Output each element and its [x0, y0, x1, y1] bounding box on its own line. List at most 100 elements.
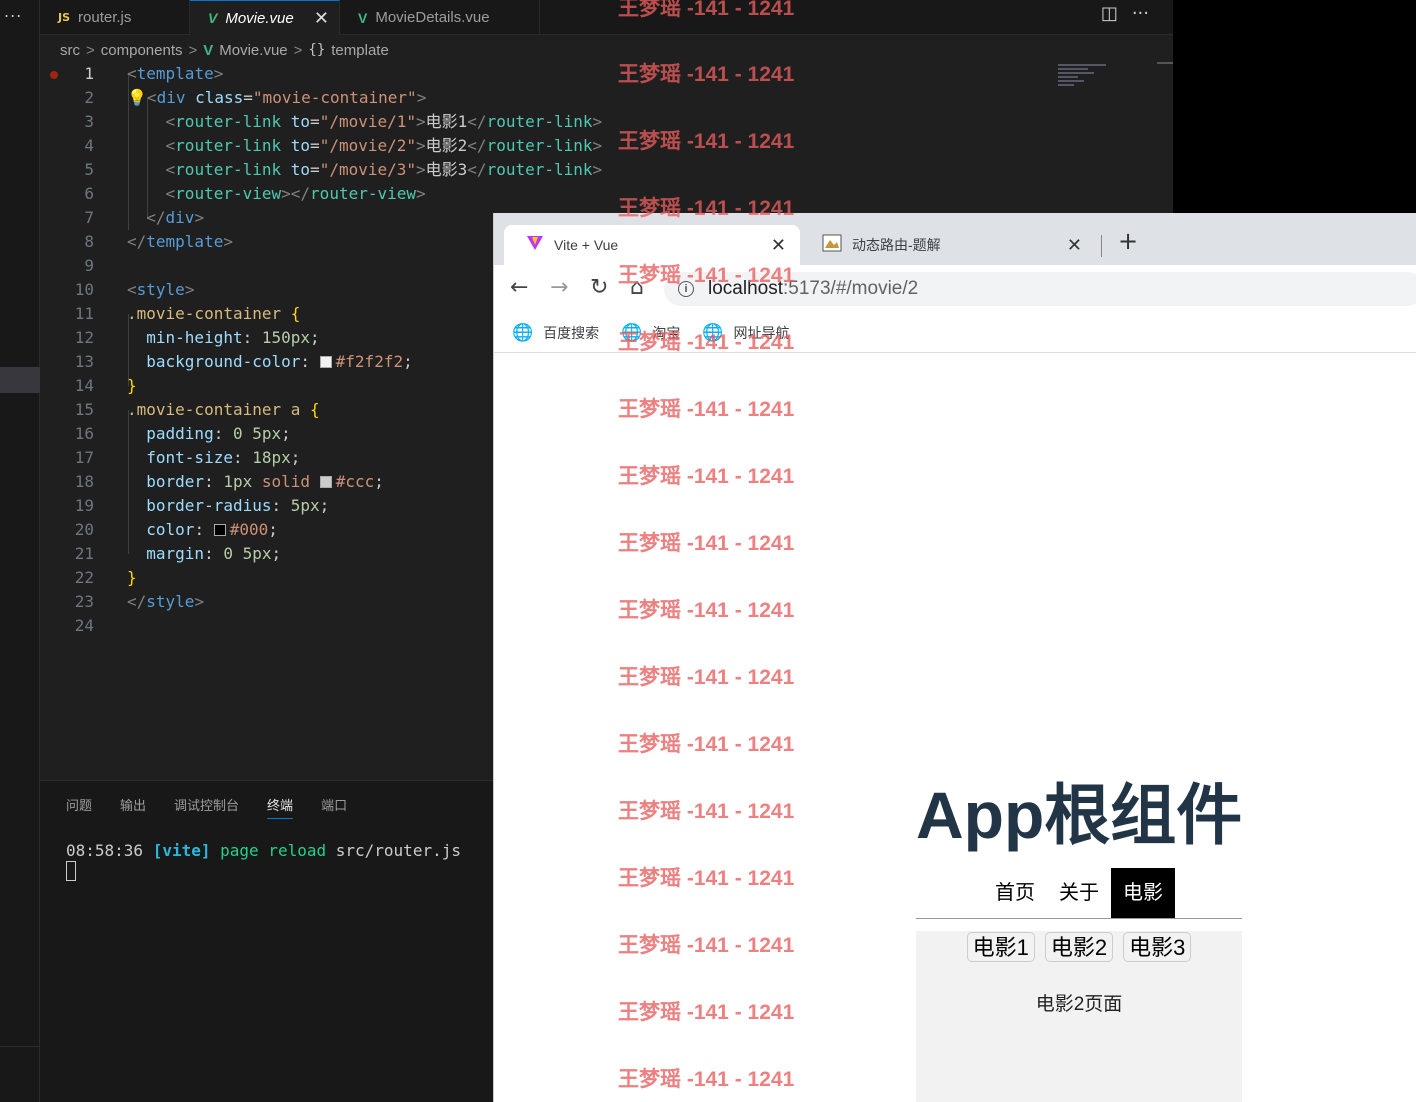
code-text: <router-link to="/movie/3">电影3</router-l… [165, 160, 603, 179]
tab-movie-vue[interactable]: V Movie.vue ✕ [190, 0, 340, 35]
chevron-right-icon: > [188, 41, 198, 59]
minimap[interactable] [1058, 64, 1114, 110]
code-text: </div> [146, 208, 205, 227]
symbol-icon: {} [308, 42, 326, 58]
code-text: padding: 0 5px; [146, 424, 291, 443]
watermark: 王梦瑶 -141 - 1241 [618, 1001, 795, 1024]
reload-icon[interactable]: ↻ [590, 275, 608, 300]
tab-terminal[interactable]: 终端 [267, 795, 294, 819]
terminal-output[interactable]: 08:58:36 [vite] page reload src/router.j… [66, 841, 461, 860]
line-number: 3 [84, 112, 94, 131]
movie-page-text: 电影2页面 [1035, 994, 1123, 1015]
tab-router-js[interactable]: JS router.js [40, 0, 190, 35]
breadcrumb-components[interactable]: components [101, 42, 183, 59]
code-text: margin: 0 5px; [146, 544, 282, 563]
activity-bar: ... [0, 0, 40, 1102]
terminal-tag: [vite] [152, 841, 211, 860]
line-number: 12 [74, 328, 94, 347]
code-text: </style> [127, 592, 205, 611]
terminal-message: page reload [220, 841, 327, 860]
split-editor-icon[interactable]: ◫ [1101, 3, 1118, 24]
movie-container: 电影1 电影2 电影3 电影2页面 [916, 931, 1242, 1102]
watermark: 王梦瑶 -141 - 1241 [618, 1068, 795, 1091]
line-number: 1 [84, 64, 94, 83]
nav-movie-link[interactable]: 电影 [1111, 868, 1175, 918]
movie-1-link[interactable]: 电影1 [966, 932, 1035, 962]
chevron-right-icon: > [293, 41, 303, 59]
code-text: background-color: #f2f2f2; [146, 352, 413, 371]
code-text: <style> [127, 280, 195, 299]
bookmark-baidu[interactable]: 🌐 百度搜索 [512, 323, 599, 343]
code-text: border-radius: 5px; [146, 496, 330, 515]
url-path: :5173/#/movie/2 [783, 278, 919, 299]
line-number: 17 [74, 448, 94, 467]
close-tab-icon[interactable]: ✕ [1067, 235, 1082, 256]
watermark: 王梦瑶 -141 - 1241 [618, 331, 795, 354]
watermark: 王梦瑶 -141 - 1241 [618, 197, 795, 220]
movie-links: 电影1 电影2 电影3 [916, 932, 1242, 962]
line-number: 23 [74, 592, 94, 611]
line-number: 19 [74, 496, 94, 515]
forward-icon[interactable]: → [550, 275, 568, 300]
nav-about-link[interactable]: 关于 [1047, 868, 1111, 918]
vue-file-icon: V [203, 41, 214, 59]
tab-label: Movie.vue [225, 9, 294, 27]
app-title: App根组件 [916, 778, 1243, 852]
movie-2-link[interactable]: 电影2 [1044, 932, 1114, 962]
code-line: 1 <template> [40, 62, 1173, 86]
watermark: 王梦瑶 -141 - 1241 [618, 130, 795, 153]
watermark: 王梦瑶 -141 - 1241 [618, 800, 795, 823]
nav-home-link[interactable]: 首页 [983, 868, 1047, 918]
code-text: min-height: 150px; [146, 328, 320, 347]
line-number: 22 [74, 568, 94, 587]
line-number: 18 [74, 472, 94, 491]
code-text: color: #000; [146, 520, 278, 539]
code-text: </template> [127, 232, 233, 251]
tab-problems[interactable]: 问题 [66, 795, 92, 819]
watermark: 王梦瑶 -141 - 1241 [618, 666, 795, 689]
tab-label: MovieDetails.vue [375, 9, 490, 26]
new-tab-icon[interactable]: + [1118, 227, 1138, 255]
more-actions-icon[interactable]: ··· [1132, 3, 1149, 24]
close-tab-icon[interactable]: ✕ [771, 235, 786, 256]
tab-output[interactable]: 输出 [120, 795, 146, 819]
line-number: 6 [84, 184, 94, 203]
code-text: <router-view></router-view> [165, 184, 426, 203]
breadcrumb-symbol[interactable]: template [331, 42, 389, 59]
main-nav: 首页 关于 电影 [916, 867, 1242, 919]
line-number: 5 [84, 160, 94, 179]
browser-tab-solution[interactable]: 动态路由-题解 ✕ [800, 225, 1096, 265]
more-icon[interactable]: ... [4, 2, 22, 21]
tab-ports[interactable]: 端口 [321, 795, 347, 819]
line-number: 11 [74, 304, 94, 323]
activity-divider [0, 1046, 40, 1047]
movie-3-link[interactable]: 电影3 [1123, 932, 1192, 962]
breadcrumb-src[interactable]: src [60, 42, 80, 59]
tab-actions: ◫ ··· [1101, 3, 1149, 24]
tab-moviedetails-vue[interactable]: V MovieDetails.vue [340, 0, 540, 35]
terminal-time: 08:58:36 [66, 841, 144, 860]
vue-file-icon: V [208, 10, 218, 26]
tab-label: router.js [78, 9, 132, 26]
browser-tab-title: 动态路由-题解 [852, 237, 941, 253]
watermark: 王梦瑶 -141 - 1241 [618, 465, 795, 488]
activity-selection[interactable] [0, 367, 40, 393]
code-text: .movie-container a { [127, 400, 320, 419]
back-icon[interactable]: ← [510, 275, 528, 300]
scrollbar[interactable] [1157, 62, 1173, 64]
line-number: 13 [74, 352, 94, 371]
code-line: 5 <router-link to="/movie/3">电影3</router… [40, 158, 1173, 182]
panel-tabs: 问题 输出 调试控制台 终端 端口 [66, 795, 375, 819]
tab-debug-console[interactable]: 调试控制台 [174, 795, 239, 819]
close-icon[interactable]: ✕ [314, 8, 329, 29]
app-root: App根组件 首页 关于 电影 电影1 电影2 电影3 电影2页面 [916, 354, 1242, 1102]
line-number: 8 [84, 232, 94, 251]
breadcrumb-file[interactable]: Movie.vue [219, 42, 287, 59]
chevron-right-icon: > [86, 41, 95, 59]
terminal-file: src/router.js [335, 841, 461, 860]
line-number: 24 [74, 616, 94, 635]
vue-file-icon: V [358, 9, 368, 26]
watermark: 王梦瑶 -141 - 1241 [618, 398, 795, 421]
breadcrumb: src > components > V Movie.vue > {} temp… [60, 40, 389, 60]
code-text: } [127, 376, 137, 395]
